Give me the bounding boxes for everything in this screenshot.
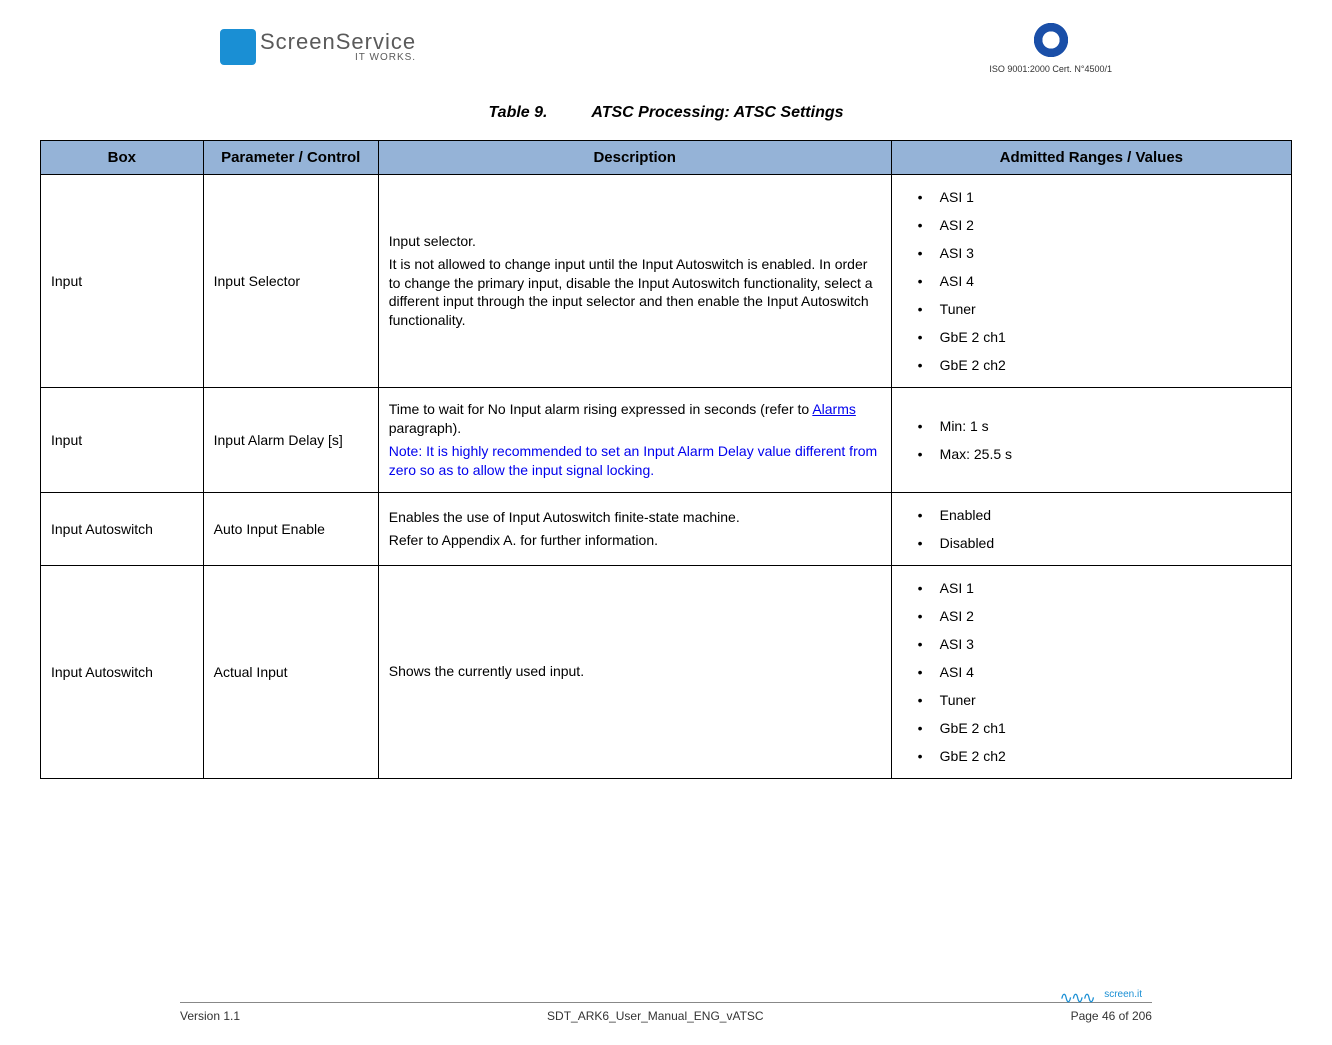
iso-badge-icon xyxy=(1031,20,1071,60)
value-item: Tuner xyxy=(912,295,1281,323)
table-header-row: Box Parameter / Control Description Admi… xyxy=(41,141,1292,175)
cell-values: ASI 1 ASI 2 ASI 3 ASI 4 Tuner GbE 2 ch1 … xyxy=(891,175,1291,388)
page-footer: ∿∿∿ screen.it Version 1.1 SDT_ARK6_User_… xyxy=(40,1002,1292,1023)
col-box: Box xyxy=(41,141,204,175)
footer-version: Version 1.1 xyxy=(180,1009,240,1023)
desc-line: Time to wait for No Input alarm rising e… xyxy=(389,400,881,438)
value-item: GbE 2 ch1 xyxy=(912,323,1281,351)
desc-line: Enables the use of Input Autoswitch fini… xyxy=(389,508,881,527)
wave-icon: ∿∿∿ xyxy=(1060,990,1094,1007)
cell-param: Actual Input xyxy=(203,565,378,778)
value-item: ASI 1 xyxy=(912,574,1281,602)
footer-signature: ∿∿∿ screen.it xyxy=(1060,988,1142,1008)
desc-text: paragraph). xyxy=(389,420,461,436)
value-item: ASI 2 xyxy=(912,602,1281,630)
table-caption: ATSC Processing: ATSC Settings xyxy=(591,104,843,121)
value-item: Max: 25.5 s xyxy=(912,440,1281,468)
cell-param: Input Alarm Delay [s] xyxy=(203,388,378,493)
value-item: ASI 4 xyxy=(912,267,1281,295)
desc-line: Refer to Appendix A. for further informa… xyxy=(389,531,881,550)
value-item: Enabled xyxy=(912,501,1281,529)
col-desc: Description xyxy=(378,141,891,175)
iso-text: ISO 9001:2000 Cert. N°4500/1 xyxy=(989,64,1112,74)
cell-desc: Input selector. It is not allowed to cha… xyxy=(378,175,891,388)
value-item: ASI 3 xyxy=(912,630,1281,658)
table-row: Input Autoswitch Auto Input Enable Enabl… xyxy=(41,492,1292,565)
page-header: ScreenService IT WORKS. ISO 9001:2000 Ce… xyxy=(40,20,1292,74)
value-item: ASI 1 xyxy=(912,183,1281,211)
value-item: GbE 2 ch2 xyxy=(912,351,1281,379)
logo-right: ISO 9001:2000 Cert. N°4500/1 xyxy=(989,20,1112,74)
cell-desc: Time to wait for No Input alarm rising e… xyxy=(378,388,891,493)
footer-brand: screen.it xyxy=(1104,989,1142,1000)
desc-note: Note: It is highly recommended to set an… xyxy=(389,442,881,480)
col-values: Admitted Ranges / Values xyxy=(891,141,1291,175)
desc-line: Shows the currently used input. xyxy=(389,662,881,681)
desc-line: It is not allowed to change input until … xyxy=(389,255,881,331)
footer-divider: ∿∿∿ screen.it xyxy=(180,1002,1152,1003)
logo-text: ScreenService IT WORKS. xyxy=(260,31,416,63)
cell-values: Enabled Disabled xyxy=(891,492,1291,565)
table-title: Table 9. ATSC Processing: ATSC Settings xyxy=(40,104,1292,122)
logo-icon xyxy=(220,29,256,65)
value-item: GbE 2 ch1 xyxy=(912,714,1281,742)
cell-param: Input Selector xyxy=(203,175,378,388)
value-item: ASI 3 xyxy=(912,239,1281,267)
desc-line: Input selector. xyxy=(389,232,881,251)
logo-main-text: ScreenService xyxy=(260,31,416,53)
table-number: Table 9. xyxy=(488,104,547,122)
desc-text: Time to wait for No Input alarm rising e… xyxy=(389,401,813,417)
footer-page: Page 46 of 206 xyxy=(1071,1009,1152,1023)
cell-box: Input xyxy=(41,175,204,388)
cell-values: Min: 1 s Max: 25.5 s xyxy=(891,388,1291,493)
table-row: Input Input Alarm Delay [s] Time to wait… xyxy=(41,388,1292,493)
value-item: ASI 4 xyxy=(912,658,1281,686)
value-item: Min: 1 s xyxy=(912,412,1281,440)
cell-param: Auto Input Enable xyxy=(203,492,378,565)
table-row: Input Autoswitch Actual Input Shows the … xyxy=(41,565,1292,778)
alarms-link[interactable]: Alarms xyxy=(812,401,856,417)
cell-values: ASI 1 ASI 2 ASI 3 ASI 4 Tuner GbE 2 ch1 … xyxy=(891,565,1291,778)
table-row: Input Input Selector Input selector. It … xyxy=(41,175,1292,388)
cell-box: Input xyxy=(41,388,204,493)
value-item: Disabled xyxy=(912,529,1281,557)
cell-desc: Enables the use of Input Autoswitch fini… xyxy=(378,492,891,565)
footer-docname: SDT_ARK6_User_Manual_ENG_vATSC xyxy=(547,1009,764,1023)
footer-row: Version 1.1 SDT_ARK6_User_Manual_ENG_vAT… xyxy=(40,1009,1292,1023)
value-item: ASI 2 xyxy=(912,211,1281,239)
value-item: Tuner xyxy=(912,686,1281,714)
value-item: GbE 2 ch2 xyxy=(912,742,1281,770)
cell-desc: Shows the currently used input. xyxy=(378,565,891,778)
cell-box: Input Autoswitch xyxy=(41,565,204,778)
settings-table: Box Parameter / Control Description Admi… xyxy=(40,140,1292,779)
cell-box: Input Autoswitch xyxy=(41,492,204,565)
logo-sub-text: IT WORKS. xyxy=(260,53,416,63)
logo-left: ScreenService IT WORKS. xyxy=(220,29,416,65)
col-param: Parameter / Control xyxy=(203,141,378,175)
